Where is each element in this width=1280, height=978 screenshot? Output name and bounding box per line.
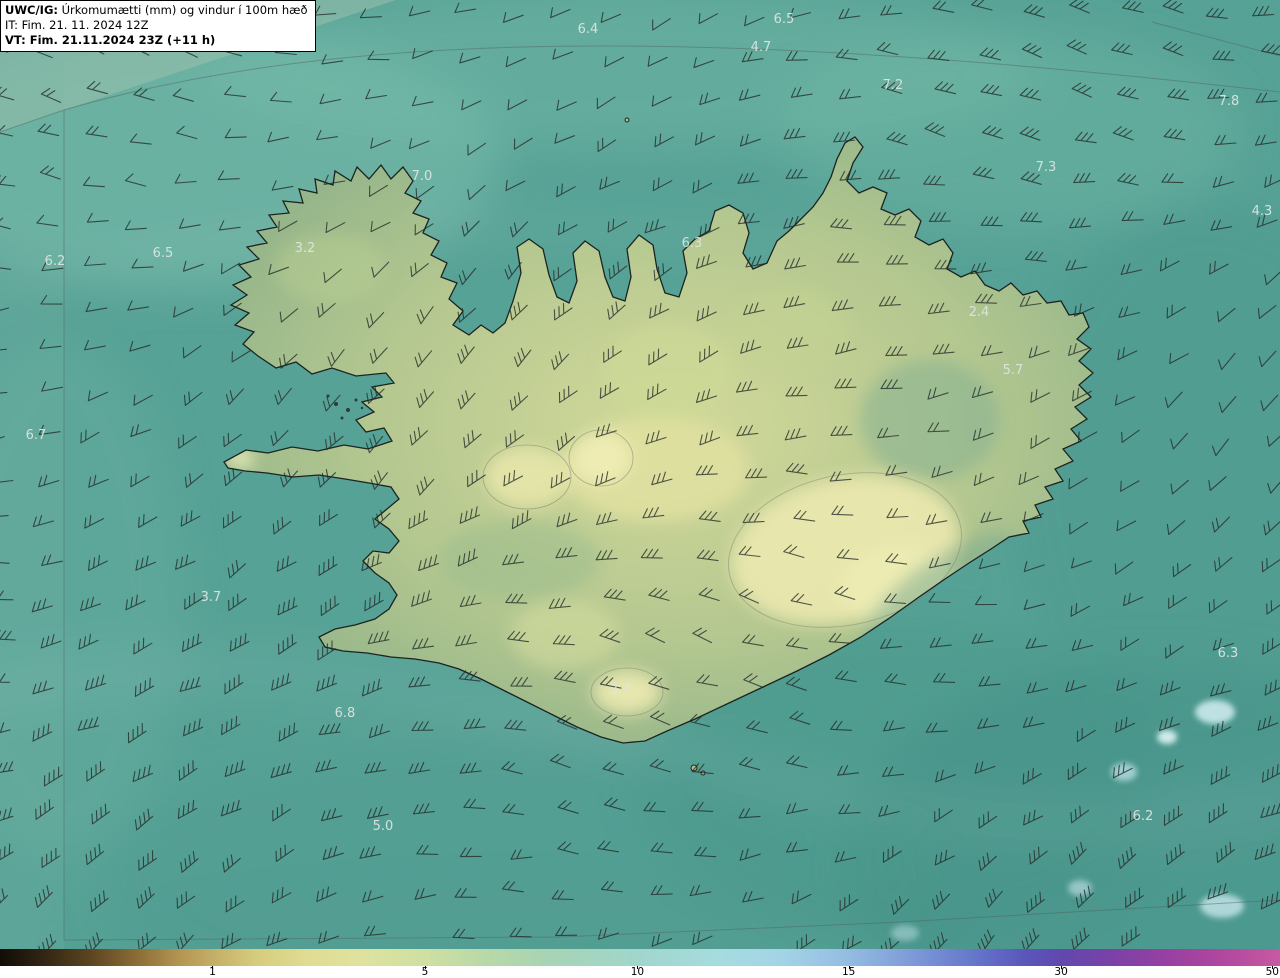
domain-left-strip (0, 0, 64, 978)
map-value-label: 5.0 (373, 819, 394, 834)
colorbar-tick-label: 30 (1054, 966, 1068, 978)
map-value-label: 3.7 (201, 590, 222, 605)
map-value-label: 6.7 (26, 428, 47, 443)
map-value-label: 7.3 (1036, 160, 1057, 175)
map-value-label: 6.3 (1218, 646, 1239, 661)
weather-map-canvas: 6.46.54.77.27.87.34.37.06.5 3.2 6.36.22.45… (0, 0, 1280, 978)
model-info-box: UWC/IG: Úrkomumætti (mm) og vindur í 100… (0, 0, 316, 52)
weather-map: 6.4 6.5 4.7 7.2 7.8 7.3 4.3 7.0 6.5 3.2 6.3 6.2 2.4 5… (0, 0, 1280, 978)
valid-time: VT: Fim. 21.11.2024 23Z (+11 h) (5, 32, 216, 47)
colorbar-tick-label: 5 (421, 966, 429, 978)
colorbar-tick-label: 50 (1265, 966, 1279, 978)
map-value-label: 6.2 (45, 254, 66, 269)
map-value-label: 5.7 (1003, 363, 1024, 378)
colorbar: 1 5 10 15 30 50 (0, 949, 1280, 978)
colorbar-tick-label: 15 (841, 966, 856, 978)
title-line: UWC/IG: Úrkomumætti (mm) og vindur í 100… (5, 3, 308, 18)
map-value-label: 4.3 (1252, 204, 1273, 219)
map-value-label: 6.5 (153, 246, 174, 261)
map-value-label: 3.2 (295, 241, 316, 256)
init-time: IT: Fim. 21. 11. 2024 12Z (5, 17, 149, 32)
map-value-label: 3.4 (610, 683, 631, 698)
map-value-label: 6.8 (335, 706, 356, 721)
map-value-label: 6.4 (578, 22, 599, 37)
map-value-label: 2.4 (969, 305, 990, 320)
colorbar-tick-label: 10 (630, 966, 645, 978)
map-value-label: 7.0 (412, 169, 433, 184)
map-value-label: 6.2 (1133, 809, 1154, 824)
map-title: Úrkomumætti (mm) og vindur í 100m hæð (61, 3, 308, 17)
model-name: UWC/IG: (5, 3, 58, 17)
map-value-label: 6.5 (774, 12, 795, 27)
map-value-label: 7.8 (1219, 94, 1240, 109)
map-value-label: 7.2 (883, 78, 904, 93)
colorbar-tick-label: 1 (209, 966, 216, 978)
map-value-label: 6.3 (682, 236, 703, 251)
colorbar-gradient (0, 949, 1280, 966)
map-value-label: 4.7 (751, 40, 772, 55)
